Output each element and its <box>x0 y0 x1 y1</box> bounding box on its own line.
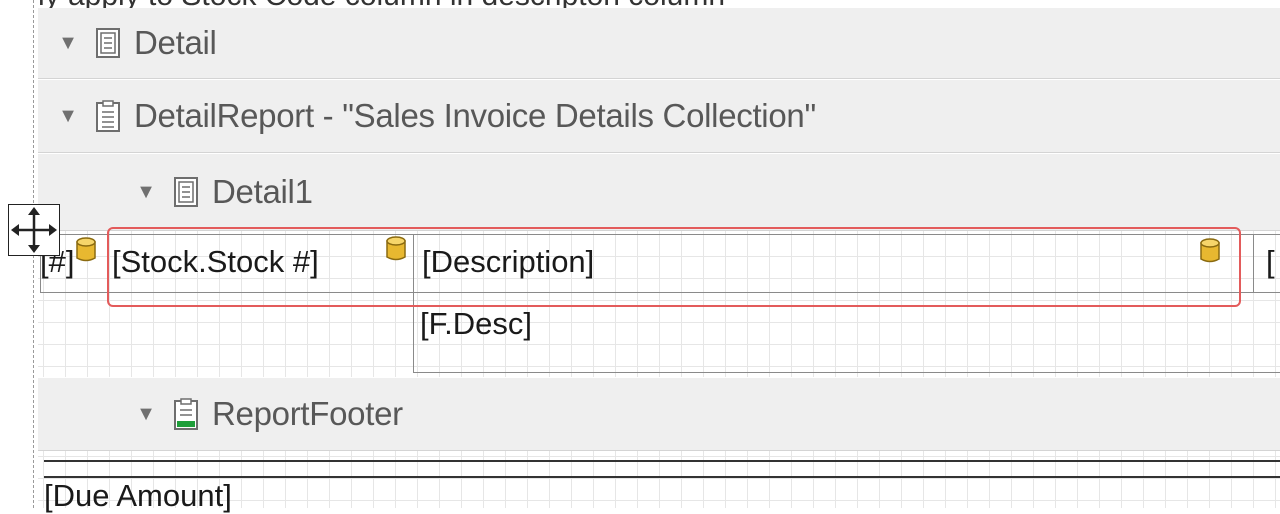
collapse-arrow-icon[interactable]: ▼ <box>56 32 80 55</box>
table-col-divider <box>1253 234 1254 292</box>
detail-band-icon <box>174 177 198 207</box>
cell-f-desc[interactable]: [F.Desc] <box>420 306 532 342</box>
footer-double-line-top <box>44 460 1280 462</box>
collapse-arrow-icon[interactable]: ▼ <box>134 403 158 426</box>
database-icon <box>76 237 96 268</box>
collapse-arrow-icon[interactable]: ▼ <box>134 181 158 204</box>
band-title-detail: Detail <box>134 24 217 61</box>
selection-rectangle <box>107 227 1241 307</box>
band-header-report-footer[interactable]: ▼ ReportFooter <box>38 378 1280 451</box>
collapse-arrow-icon[interactable]: ▼ <box>56 105 80 128</box>
report-footer-band-icon <box>174 398 198 430</box>
band-header-detail-report[interactable]: ▼ DetailReport - "Sales Invoice Details … <box>38 80 1280 153</box>
band-title-report-footer: ReportFooter <box>212 395 403 432</box>
detail-band-icon <box>96 28 120 58</box>
detail-report-band-icon <box>96 100 120 132</box>
band-header-detail[interactable]: ▼ Detail <box>38 8 1280 79</box>
cell-next-truncated[interactable]: [ <box>1266 244 1275 280</box>
move-icon[interactable] <box>8 204 60 256</box>
band-title-detail1: Detail1 <box>212 173 313 210</box>
table-bottom-border <box>413 372 1280 373</box>
band-header-detail1[interactable]: ▼ Detail1 <box>38 154 1280 231</box>
band-title-detail-report: DetailReport - "Sales Invoice Details Co… <box>134 97 816 134</box>
cell-due-amount[interactable]: [Due Amount] <box>44 478 232 514</box>
